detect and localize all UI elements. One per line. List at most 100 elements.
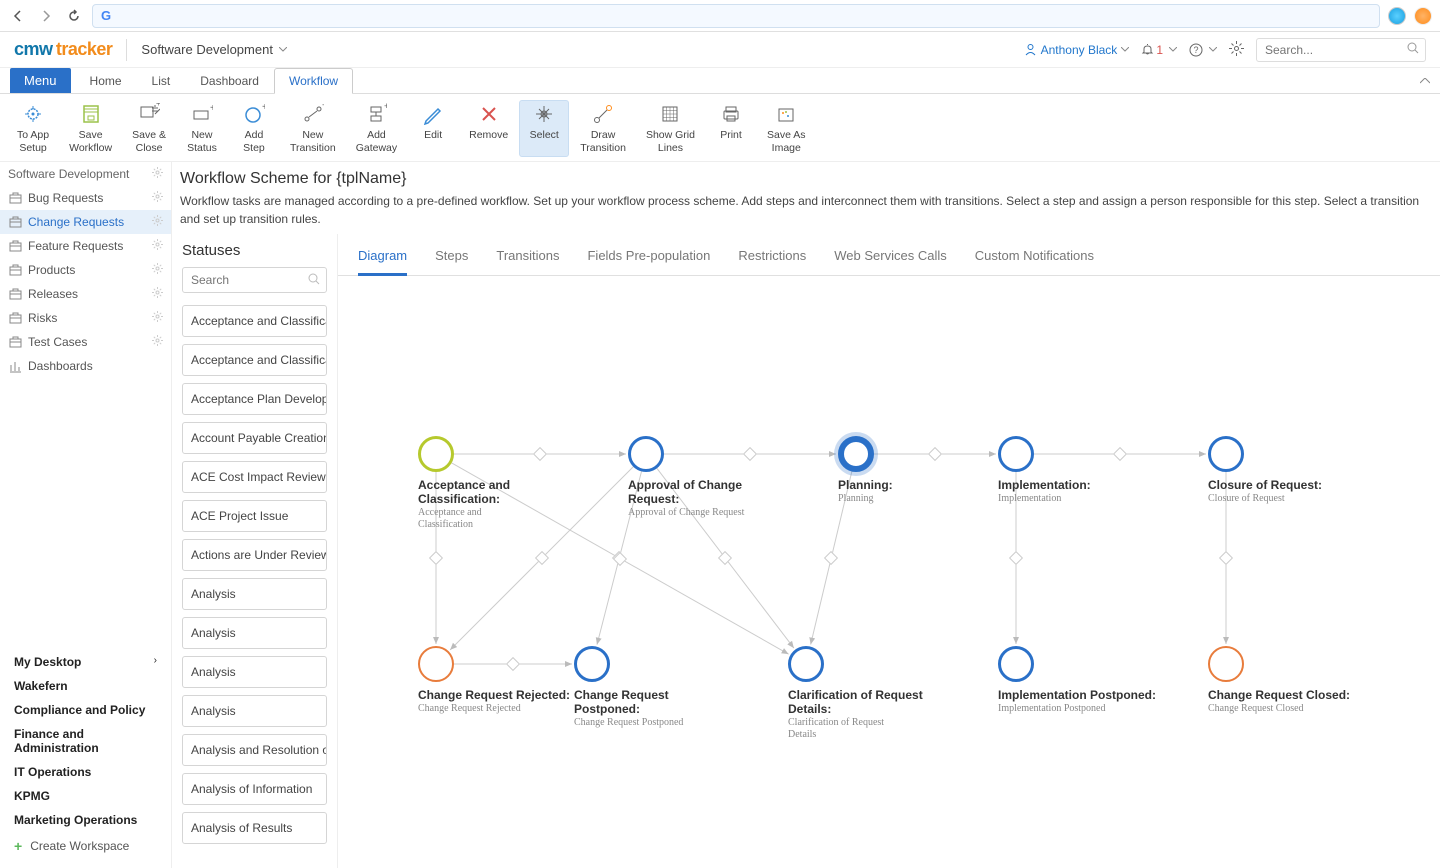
help-menu[interactable]: ? [1189,43,1217,57]
transition-handle[interactable] [1219,551,1233,565]
node-circle[interactable] [418,436,454,472]
notifications[interactable]: 1 [1141,43,1177,57]
user-menu[interactable]: Anthony Black [1024,43,1130,57]
sub-tab-web-services-calls[interactable]: Web Services Calls [834,240,946,276]
gear-icon[interactable] [152,263,163,277]
status-item[interactable]: Account Payable Creation [182,422,327,454]
status-item[interactable]: Analysis of Information [182,773,327,805]
status-item[interactable]: ACE Cost Impact Review [182,461,327,493]
gear-icon[interactable] [152,239,163,253]
tool-print[interactable]: Print [706,100,756,157]
status-item[interactable]: Analysis of Results [182,812,327,844]
tree-item-products[interactable]: Products [0,258,171,282]
nav-tab-dashboard[interactable]: Dashboard [185,68,274,93]
collapse-toolbar[interactable] [1420,68,1440,93]
node-circle[interactable] [788,646,824,682]
create-workspace[interactable]: + Create Workspace [0,832,171,860]
tool-save-[interactable]: +Save &Close [123,100,175,157]
search-input[interactable] [1265,43,1401,57]
status-search-input[interactable] [191,273,304,287]
node-circle[interactable] [998,436,1034,472]
menu-button[interactable]: Menu [10,68,71,93]
transition-handle[interactable] [429,551,443,565]
status-item[interactable]: ACE Project Issue [182,500,327,532]
tool-remove[interactable]: Remove [460,100,517,157]
tool-new[interactable]: +NewStatus [177,100,227,157]
workflow-node[interactable]: Implementation:Implementation [998,436,1158,505]
workspace-marketing-operations[interactable]: Marketing Operations [0,808,171,832]
extension-icon-2[interactable] [1414,7,1432,25]
status-item[interactable]: Analysis and Resolution of ... [182,734,327,766]
workflow-node[interactable]: Closure of Request:Closure of Request [1208,436,1368,505]
status-item[interactable]: Analysis [182,578,327,610]
tree-item-test-cases[interactable]: Test Cases [0,330,171,354]
transition-handle[interactable] [535,551,549,565]
workflow-node[interactable]: Implementation Postponed:Implementation … [998,646,1158,715]
transition-handle[interactable] [1009,551,1023,565]
tool-to-app[interactable]: To AppSetup [8,100,58,157]
workflow-node[interactable]: Acceptance and Classification:Acceptance… [418,436,578,531]
sub-tab-steps[interactable]: Steps [435,240,468,276]
workflow-node[interactable]: Clarification of Request Details:Clarifi… [788,646,948,741]
extension-icon-1[interactable] [1388,7,1406,25]
node-circle[interactable] [998,646,1034,682]
node-circle[interactable] [838,436,874,472]
tree-item-bug-requests[interactable]: Bug Requests [0,186,171,210]
tree-item-risks[interactable]: Risks [0,306,171,330]
forward-button[interactable] [36,6,56,26]
nav-tab-home[interactable]: Home [75,68,137,93]
global-search[interactable] [1256,38,1426,62]
node-circle[interactable] [574,646,610,682]
workflow-node[interactable]: Change Request Rejected:Change Request R… [418,646,578,715]
status-item[interactable]: Acceptance and Classificati... [182,305,327,337]
gear-icon[interactable] [152,167,163,181]
sub-tab-transitions[interactable]: Transitions [496,240,559,276]
tool-save[interactable]: SaveWorkflow [60,100,121,157]
sub-tab-restrictions[interactable]: Restrictions [738,240,806,276]
address-bar[interactable]: G [92,4,1380,28]
status-item[interactable]: Actions are Under Review [182,539,327,571]
tool-show-grid[interactable]: Show GridLines [637,100,704,157]
nav-tab-workflow[interactable]: Workflow [274,68,353,94]
status-item[interactable]: Analysis [182,695,327,727]
workspace-finance-and-administration[interactable]: Finance and Administration [0,722,171,760]
gear-icon[interactable] [152,311,163,325]
gear-icon[interactable] [152,215,163,229]
status-item[interactable]: Acceptance Plan Developm... [182,383,327,415]
sub-tab-diagram[interactable]: Diagram [358,240,407,276]
node-circle[interactable] [628,436,664,472]
status-search[interactable] [182,267,327,293]
tree-item-feature-requests[interactable]: Feature Requests [0,234,171,258]
diagram-canvas[interactable]: Acceptance and Classification:Acceptance… [338,276,1440,868]
workflow-node[interactable]: Planning:Planning [838,436,998,505]
status-item[interactable]: Acceptance and Classificati... [182,344,327,376]
nav-tab-list[interactable]: List [137,68,186,93]
workspace-wakefern[interactable]: Wakefern [0,674,171,698]
status-item[interactable]: Analysis [182,656,327,688]
workflow-node[interactable]: Change Request Closed:Change Request Clo… [1208,646,1368,715]
tool-add[interactable]: +AddGateway [347,100,406,157]
settings-button[interactable] [1229,41,1244,59]
project-selector[interactable]: Software Development [141,42,287,57]
tree-item-releases[interactable]: Releases [0,282,171,306]
tool-draw[interactable]: DrawTransition [571,100,635,157]
workspace-it-operations[interactable]: IT Operations [0,760,171,784]
transition-handle[interactable] [718,551,732,565]
reload-button[interactable] [64,6,84,26]
tree-item-change-requests[interactable]: Change Requests [0,210,171,234]
gear-icon[interactable] [152,191,163,205]
transition-handle[interactable] [824,551,838,565]
workspace-kpmg[interactable]: KPMG [0,784,171,808]
node-circle[interactable] [1208,436,1244,472]
tool-save-as[interactable]: Save AsImage [758,100,815,157]
workspace-compliance-and-policy[interactable]: Compliance and Policy [0,698,171,722]
workflow-node[interactable]: Approval of Change Request:Approval of C… [628,436,788,519]
node-circle[interactable] [418,646,454,682]
tool-edit[interactable]: Edit [408,100,458,157]
tree-item-dashboards[interactable]: Dashboards [0,354,171,378]
sub-tab-custom-notifications[interactable]: Custom Notifications [975,240,1094,276]
back-button[interactable] [8,6,28,26]
sub-tab-fields-pre-population[interactable]: Fields Pre-population [587,240,710,276]
status-item[interactable]: Analysis [182,617,327,649]
workspace-my-desktop[interactable]: My Desktop› [0,650,171,674]
